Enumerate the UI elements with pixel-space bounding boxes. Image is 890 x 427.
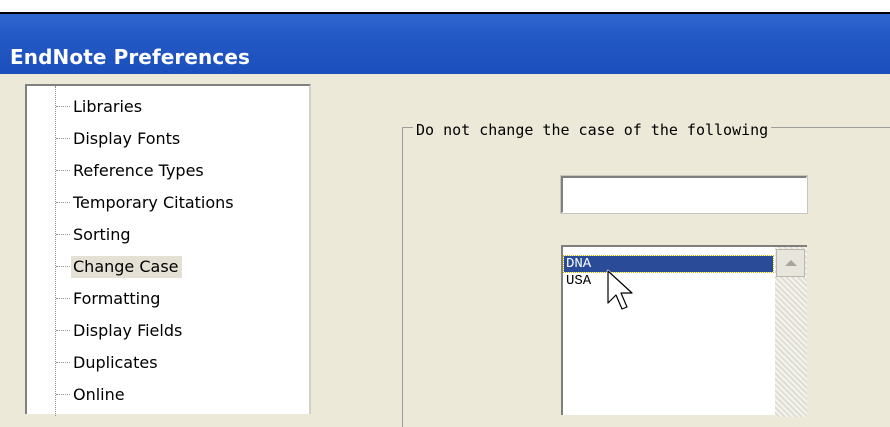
tree-item-label: Display Fields bbox=[73, 321, 183, 340]
tree-item-label: Libraries bbox=[73, 97, 143, 116]
tree-item-formatting[interactable]: Formatting bbox=[27, 285, 297, 313]
tree-item-label: Duplicates bbox=[73, 353, 158, 372]
tree-branch bbox=[56, 170, 70, 171]
tree-branch bbox=[56, 266, 70, 267]
tree-branch bbox=[56, 138, 70, 139]
scroll-up-arrow-icon bbox=[784, 260, 797, 266]
arrow-cursor-icon bbox=[606, 269, 634, 311]
tree-item-label: Online bbox=[73, 385, 125, 404]
list-item-selected[interactable]: DNA bbox=[563, 255, 774, 273]
tree-item-sorting[interactable]: Sorting bbox=[27, 221, 297, 249]
tree-item-label: Reference Types bbox=[73, 161, 204, 180]
title-bar[interactable]: EndNote Preferences bbox=[0, 14, 890, 74]
change-case-group-label: Do not change the case of the following bbox=[413, 121, 772, 139]
tree-item-label: Formatting bbox=[73, 289, 161, 308]
tree-branch bbox=[56, 234, 70, 235]
tree-item-label: Sorting bbox=[73, 225, 131, 244]
preferences-tree[interactable]: Libraries Display Fonts Reference Types … bbox=[25, 84, 311, 416]
tree-item-label: Temporary Citations bbox=[73, 193, 234, 212]
tree-item-libraries[interactable]: Libraries bbox=[27, 93, 297, 121]
scroll-up-button[interactable] bbox=[776, 249, 805, 277]
tree-item-change-case[interactable]: Change Case bbox=[27, 253, 297, 281]
tree-item-label-selected: Change Case bbox=[71, 256, 182, 278]
change-case-term-input[interactable] bbox=[560, 175, 808, 214]
tree-branch bbox=[56, 106, 70, 107]
tree-item-online[interactable]: Online bbox=[27, 381, 297, 409]
tree-branch bbox=[56, 330, 70, 331]
tree-item-label: Display Fonts bbox=[73, 129, 181, 148]
tree-branch bbox=[56, 362, 70, 363]
tree-item-temporary-citations[interactable]: Temporary Citations bbox=[27, 189, 297, 217]
tree-branch bbox=[56, 202, 70, 203]
tree-item-display-fields[interactable]: Display Fields bbox=[27, 317, 297, 345]
tree-item-duplicates[interactable]: Duplicates bbox=[27, 349, 297, 377]
window-title: EndNote Preferences bbox=[10, 45, 251, 69]
tree-item-reference-types[interactable]: Reference Types bbox=[27, 157, 297, 185]
list-scrollbar[interactable] bbox=[775, 247, 807, 417]
tree-branch bbox=[56, 298, 70, 299]
list-item[interactable]: USA bbox=[564, 273, 773, 289]
tree-branch bbox=[56, 394, 70, 395]
change-case-term-list[interactable]: DNA USA bbox=[561, 245, 807, 417]
tree-item-display-fonts[interactable]: Display Fonts bbox=[27, 125, 297, 153]
